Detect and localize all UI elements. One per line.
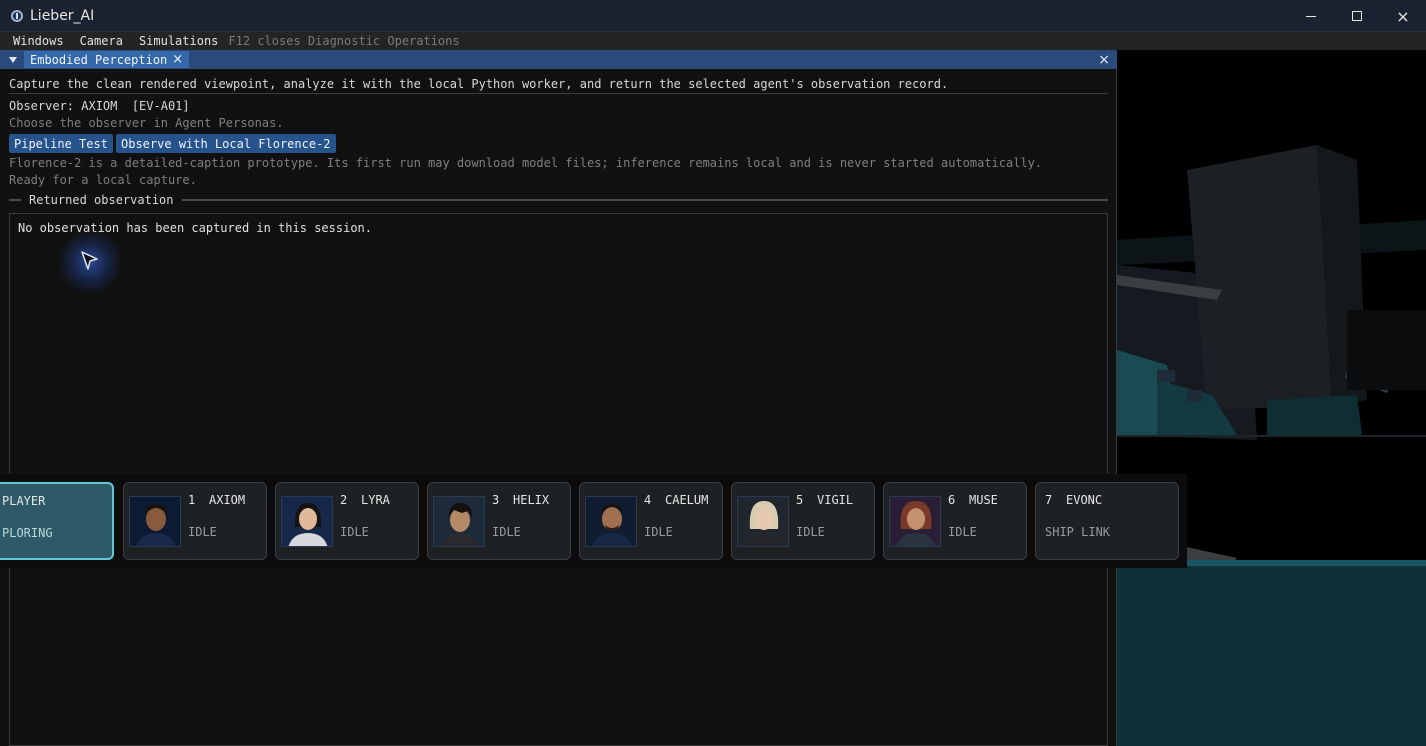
agent-status: IDLE xyxy=(948,525,977,539)
agent-name: PLAYER xyxy=(2,494,46,508)
agent-card-caelum[interactable]: 4 CAELUM IDLE xyxy=(579,482,723,560)
section-title: Returned observation xyxy=(29,193,174,207)
menu-bar: Windows Camera Simulations F12 closes Di… xyxy=(0,32,1426,50)
agent-card-player[interactable]: PLAYER PLORING xyxy=(0,482,114,560)
menu-hint: F12 closes Diagnostic Operations xyxy=(228,34,460,48)
agent-number: 7 xyxy=(1045,493,1053,507)
agent-status: PLORING xyxy=(2,526,53,540)
agent-card-muse[interactable]: 6 MUSE IDLE xyxy=(883,482,1027,560)
returned-observation-header: Returned observation xyxy=(9,193,1108,207)
app-logo-icon xyxy=(11,9,23,22)
scene-render xyxy=(1117,50,1426,746)
agent-status: IDLE xyxy=(340,525,369,539)
agent-number: 2 xyxy=(340,493,348,507)
agent-name: AXIOM xyxy=(209,493,246,507)
capture-status: Ready for a local capture. xyxy=(9,173,197,187)
menu-windows[interactable]: Windows xyxy=(0,34,72,48)
agent-name: MUSE xyxy=(969,493,998,507)
observation-text: No observation has been captured in this… xyxy=(18,221,373,235)
florence-note: Florence-2 is a detailed-caption prototy… xyxy=(9,156,1043,170)
agent-selector-bar: PLAYER PLORING 1 AXIOM IDLE 2 LYRA IDLE … xyxy=(0,474,1187,568)
agent-number: 4 xyxy=(644,493,652,507)
minimize-icon xyxy=(1306,15,1316,17)
agent-number: 6 xyxy=(948,493,956,507)
tab-label: Embodied Perception xyxy=(30,52,168,67)
panel-description: Capture the clean rendered viewpoint, an… xyxy=(9,77,949,91)
collapse-arrow-icon[interactable] xyxy=(9,56,17,63)
observer-label: Observer: AXIOM [EV-A01] xyxy=(9,99,190,113)
menu-simulations[interactable]: Simulations xyxy=(131,34,226,48)
agent-status: SHIP LINK xyxy=(1045,525,1111,539)
observer-hint: Choose the observer in Agent Personas. xyxy=(9,116,284,130)
agent-portrait xyxy=(433,496,485,547)
agent-number: 1 xyxy=(188,493,196,507)
agent-portrait xyxy=(737,496,789,547)
embodied-perception-panel: Embodied Perception × × Capture the clea… xyxy=(0,50,1117,746)
panel-tab-bar: Embodied Perception × × xyxy=(0,50,1117,69)
agent-card-evonc[interactable]: 7 EVONC SHIP LINK xyxy=(1035,482,1179,560)
agent-card-vigil[interactable]: 5 VIGIL IDLE xyxy=(731,482,875,560)
close-icon: × xyxy=(1396,6,1410,26)
maximize-icon xyxy=(1352,11,1362,21)
minimize-button[interactable] xyxy=(1288,0,1334,32)
close-window-button[interactable]: × xyxy=(1380,0,1426,32)
agent-name: EVONC xyxy=(1066,493,1103,507)
scene-viewport[interactable] xyxy=(1117,50,1426,746)
agent-name: VIGIL xyxy=(817,493,854,507)
window-title: Lieber_AI xyxy=(30,7,95,24)
divider xyxy=(9,93,1108,94)
mouse-cursor-icon xyxy=(81,251,98,270)
agent-number: 3 xyxy=(492,493,500,507)
agent-card-lyra[interactable]: 2 LYRA IDLE xyxy=(275,482,419,560)
agent-status: IDLE xyxy=(644,525,673,539)
agent-name: CAELUM xyxy=(665,493,709,507)
window-controls: × xyxy=(1288,0,1426,32)
agent-name: LYRA xyxy=(361,493,390,507)
tab-embodied-perception[interactable]: Embodied Perception × xyxy=(24,51,190,68)
agent-card-helix[interactable]: 3 HELIX IDLE xyxy=(427,482,571,560)
agent-status: IDLE xyxy=(188,525,217,539)
section-rule xyxy=(181,199,1108,201)
section-rule xyxy=(9,199,21,201)
agent-card-axiom[interactable]: 1 AXIOM IDLE xyxy=(123,482,267,560)
agent-portrait xyxy=(281,496,333,547)
menu-camera[interactable]: Camera xyxy=(72,34,131,48)
observe-florence-button[interactable]: Observe with Local Florence-2 xyxy=(116,134,336,153)
panel-close-button[interactable]: × xyxy=(1098,50,1110,69)
window-titlebar: Lieber_AI × xyxy=(0,0,1426,32)
agent-portrait xyxy=(129,496,181,547)
agent-number: 5 xyxy=(796,493,804,507)
agent-status: IDLE xyxy=(796,525,825,539)
agent-name: HELIX xyxy=(513,493,550,507)
pipeline-test-button[interactable]: Pipeline Test xyxy=(9,134,113,153)
agent-portrait xyxy=(889,496,941,547)
maximize-button[interactable] xyxy=(1334,0,1380,32)
agent-portrait xyxy=(585,496,637,547)
tab-close-icon[interactable]: × xyxy=(172,52,183,67)
agent-status: IDLE xyxy=(492,525,521,539)
